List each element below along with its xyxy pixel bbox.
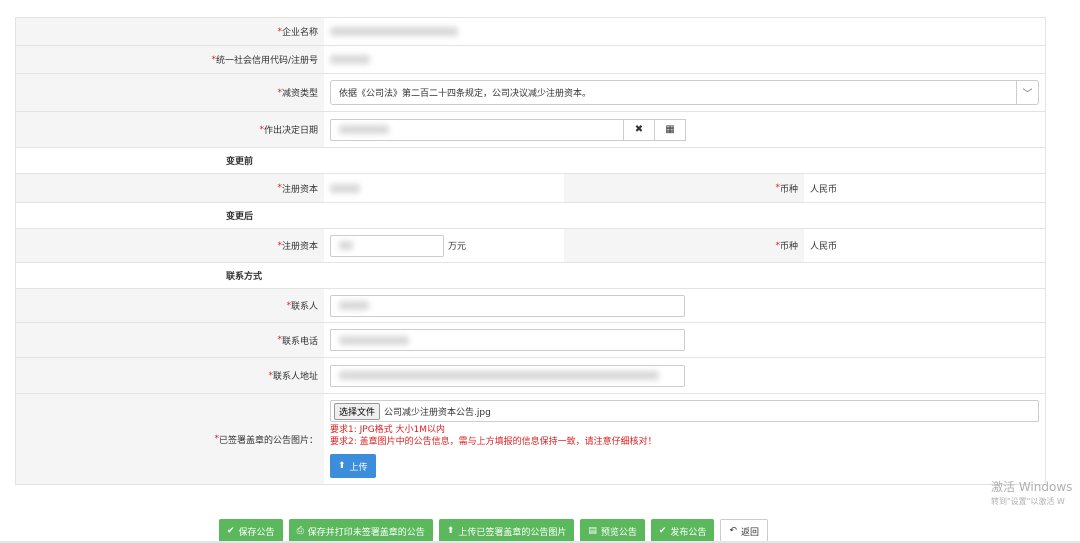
notice-image-label: * 已签署盖章的公告图片： (16, 394, 324, 484)
row-company-name: * 企业名称 (16, 18, 1045, 46)
after-capital-redacted (339, 241, 353, 250)
row-reduction-type: * 减资类型 依据《公司法》第二百二十四条规定，公司决议减少注册资本。 ﹀ (16, 74, 1045, 112)
activation-watermark-subtitle: 转到"设置"以激活 W (991, 497, 1065, 506)
row-contact-address: * 联系人地址 (16, 358, 1045, 394)
contact-address-input[interactable] (330, 364, 685, 387)
reduction-type-selected: 依据《公司法》第二百二十四条规定，公司决议减少注册资本。 (339, 89, 592, 99)
save-print-button[interactable]: ⎙ 保存并打印未签署盖章的公告 (288, 519, 433, 543)
upload-icon: ⬆ (446, 526, 455, 536)
chevron-down-icon[interactable]: ﹀ (1016, 81, 1038, 104)
clear-date-icon[interactable]: ✖ (624, 118, 655, 141)
after-capital-cell: 万元 (324, 229, 564, 262)
row-before-capital: * 注册资本 * 币种 人民币 (16, 174, 1045, 203)
calendar-icon[interactable]: ▦ (655, 118, 686, 141)
after-capital-unit: 万元 (448, 242, 467, 252)
choose-file-button[interactable]: 选择文件 (334, 402, 381, 420)
action-bar: ✔ 保存公告 ⎙ 保存并打印未签署盖章的公告 ⬆ 上传已签署盖章的公告图片 ▤ 预览公告… (219, 519, 774, 543)
upload-signed-button[interactable]: ⬆ 上传已签署盖章的公告图片 (438, 519, 575, 543)
requirement-1: 要求1: JPG格式 大小1M以内 (330, 425, 446, 435)
row-contact-person: * 联系人 (16, 289, 1045, 323)
decision-date-input[interactable] (330, 118, 624, 141)
reply-arrow-icon: ↶ (729, 526, 737, 536)
contact-address-cell (324, 358, 1045, 393)
contact-person-input[interactable] (330, 294, 685, 317)
after-currency-label: * 币种 (564, 229, 804, 262)
before-section-title: 变更前 (16, 148, 1045, 173)
print-icon: ⎙ (296, 526, 304, 536)
row-credit-code: * 统一社会信用代码/注册号 (16, 46, 1045, 74)
company-name-redacted (330, 27, 458, 36)
before-capital-label: * 注册资本 (16, 174, 324, 202)
row-contact-title: 联系方式 (16, 263, 1045, 289)
contact-phone-cell (324, 323, 1045, 357)
contact-person-redacted (339, 301, 369, 310)
after-capital-input[interactable] (330, 234, 444, 257)
notice-form: * 企业名称 * 统一社会信用代码/注册号 * 减资类型 依据《公司法》第二百二十四条… (15, 17, 1046, 485)
file-name: 公司减少注册资本公告.jpg (384, 407, 491, 418)
before-currency-value: 人民币 (810, 184, 838, 195)
credit-code-value (324, 46, 1045, 73)
row-after-title: 变更后 (16, 203, 1045, 229)
save-notice-button[interactable]: ✔ 保存公告 (219, 519, 283, 543)
contact-person-label: * 联系人 (16, 289, 324, 322)
company-name-label: * 企业名称 (16, 18, 324, 45)
decision-date-label: * 作出决定日期 (16, 112, 324, 147)
before-capital-redacted (330, 183, 360, 193)
after-section-title: 变更后 (16, 203, 1045, 228)
reduction-type-label: * 减资类型 (16, 74, 324, 111)
preview-button[interactable]: ▤ 预览公告 (580, 519, 645, 543)
upload-icon: ⬆ (338, 461, 346, 471)
decision-date-picker: ✖ ▦ (330, 118, 686, 141)
notice-image-cell: 选择文件 公司减少注册资本公告.jpg 要求1: JPG格式 大小1M以内 要求… (324, 394, 1045, 484)
contact-phone-redacted (339, 335, 409, 345)
check-icon: ✔ (658, 526, 667, 536)
credit-code-redacted (330, 55, 370, 64)
row-decision-date: * 作出决定日期 ✖ ▦ (16, 112, 1045, 148)
row-notice-image: * 已签署盖章的公告图片： 选择文件 公司减少注册资本公告.jpg 要求1: JP… (16, 394, 1045, 484)
after-capital-label: * 注册资本 (16, 229, 324, 262)
before-currency-label: * 币种 (564, 174, 804, 202)
file-input[interactable]: 选择文件 公司减少注册资本公告.jpg (330, 400, 1039, 422)
contact-address-label: * 联系人地址 (16, 358, 324, 393)
credit-code-label: * 统一社会信用代码/注册号 (16, 46, 324, 73)
contact-phone-label: * 联系电话 (16, 323, 324, 357)
row-before-title: 变更前 (16, 148, 1045, 174)
contact-phone-input[interactable] (330, 329, 685, 351)
requirement-2: 要求2: 盖章图片中的公告信息，需与上方填报的信息保持一致，请注意仔细核对！ (330, 437, 657, 447)
reduction-type-select[interactable]: 依据《公司法》第二百二十四条规定，公司决议减少注册资本。 ﹀ (330, 80, 1039, 105)
activation-watermark-title: 激活 Windows (991, 480, 1073, 494)
publish-button[interactable]: ✔ 发布公告 (650, 519, 715, 543)
check-icon: ✔ (227, 526, 235, 536)
upload-button[interactable]: ⬆ 上传 (330, 454, 376, 478)
contact-address-redacted (339, 371, 659, 380)
decision-date-redacted (339, 125, 389, 134)
decision-date-cell: ✖ ▦ (324, 112, 1045, 147)
contact-person-cell (324, 289, 1045, 322)
reduction-type-cell: 依据《公司法》第二百二十四条规定，公司决议减少注册资本。 ﹀ (324, 74, 1045, 111)
row-contact-phone: * 联系电话 (16, 323, 1045, 358)
contact-section-title: 联系方式 (16, 263, 1045, 288)
row-after-capital: * 注册资本 万元 * 币种 人民币 (16, 229, 1045, 263)
document-icon: ▤ (588, 526, 597, 536)
company-name-value (324, 18, 1045, 45)
after-currency-value: 人民币 (810, 242, 838, 252)
before-capital-value (324, 174, 564, 202)
back-button[interactable]: ↶ 返回 (720, 519, 768, 543)
